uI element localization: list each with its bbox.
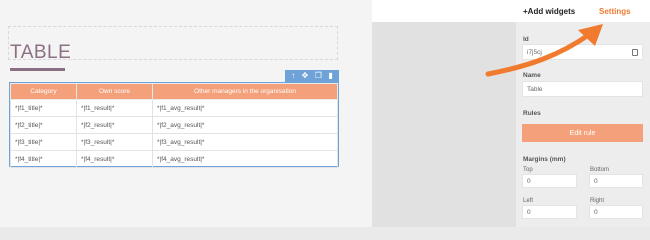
annotation-arrow-icon (485, 24, 603, 77)
